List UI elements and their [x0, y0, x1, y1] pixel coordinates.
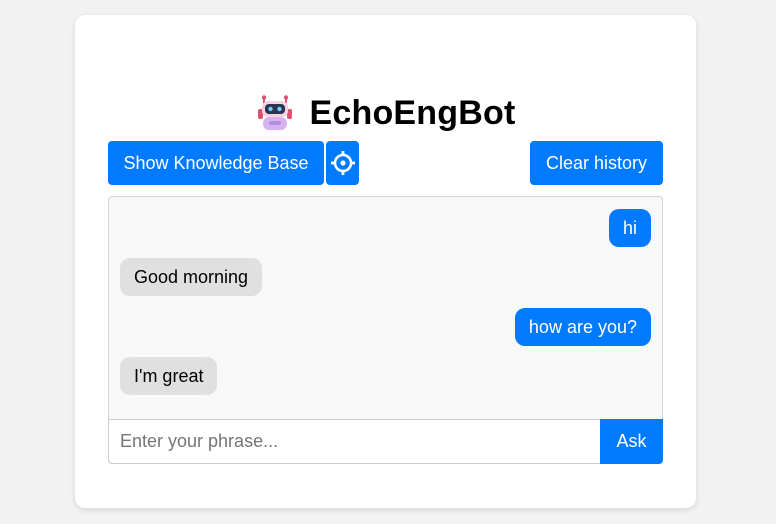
settings-button[interactable]	[326, 141, 359, 185]
bot-message: I'm great	[120, 357, 218, 395]
header: EchoEngBot	[75, 91, 696, 135]
gear-icon	[330, 151, 355, 175]
chat-history[interactable]: hi Good morning how are you? I'm great	[108, 196, 663, 419]
user-message: how are you?	[514, 308, 651, 346]
chat-card: EchoEngBot Show Knowledge Base Clear his…	[75, 15, 696, 508]
input-row: Ask	[108, 419, 663, 464]
bot-message: Good morning	[120, 258, 263, 296]
robot-icon	[257, 95, 292, 130]
show-knowledge-base-button[interactable]: Show Knowledge Base	[108, 141, 324, 185]
app-title: EchoEngBot	[309, 93, 516, 132]
user-message: hi	[608, 209, 651, 247]
phrase-input[interactable]	[108, 419, 600, 464]
ask-button[interactable]: Ask	[600, 419, 663, 464]
clear-history-button[interactable]: Clear history	[530, 141, 663, 185]
